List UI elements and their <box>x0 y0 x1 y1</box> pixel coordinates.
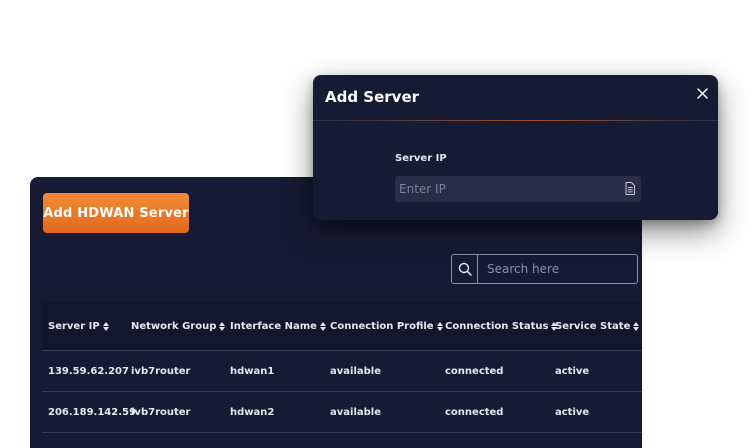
cell-server-ip: 139.59.62.207 <box>48 365 129 377</box>
cell-network-group: ivb7router <box>131 406 191 418</box>
cell-server-ip: 206.189.142.59 <box>48 406 136 418</box>
cell-connection-status: connected <box>445 365 504 377</box>
column-header-connection-profile[interactable]: Connection Profile <box>324 321 443 332</box>
column-header-network-group[interactable]: Network Group <box>125 321 226 332</box>
search-icon[interactable] <box>451 254 478 284</box>
cell-interface-name: hdwan2 <box>230 406 275 418</box>
column-header-service-state[interactable]: Service State <box>549 321 642 332</box>
add-hdwan-server-button[interactable]: Add HDWAN Server <box>43 193 189 233</box>
cell-connection-profile: available <box>330 365 381 377</box>
sort-icon[interactable] <box>102 321 109 331</box>
cell-connection-profile: available <box>330 406 381 418</box>
sort-icon[interactable] <box>633 321 640 331</box>
column-header-interface-name[interactable]: Interface Name <box>224 321 326 332</box>
server-ip-field-wrapper <box>395 176 641 202</box>
cell-network-group: ivb7router <box>131 365 191 377</box>
cell-interface-name: hdwan1 <box>230 365 275 377</box>
table-header: Server IP Network Group Interface Name C… <box>42 302 642 351</box>
dialog-divider <box>313 120 718 121</box>
table-row[interactable]: 139.59.62.207 ivb7router hdwan1 availabl… <box>42 351 642 392</box>
server-ip-label: Server IP <box>395 153 447 164</box>
search-bar <box>451 254 638 284</box>
cell-service-state: active <box>555 365 590 377</box>
server-ip-input[interactable] <box>395 176 641 202</box>
add-server-dialog: Add Server Server IP <box>313 75 718 220</box>
cell-connection-status: connected <box>445 406 504 418</box>
dialog-title: Add Server <box>325 88 420 106</box>
document-icon <box>625 182 635 195</box>
column-header-connection-status[interactable]: Connection Status <box>439 321 558 332</box>
table-row[interactable]: 206.189.142.59 ivb7router hdwan2 availab… <box>42 392 642 433</box>
column-header-server-ip[interactable]: Server IP <box>42 321 125 332</box>
close-icon[interactable] <box>695 86 709 100</box>
search-input[interactable] <box>478 254 638 284</box>
servers-table: Server IP Network Group Interface Name C… <box>42 302 642 433</box>
cell-service-state: active <box>555 406 590 418</box>
